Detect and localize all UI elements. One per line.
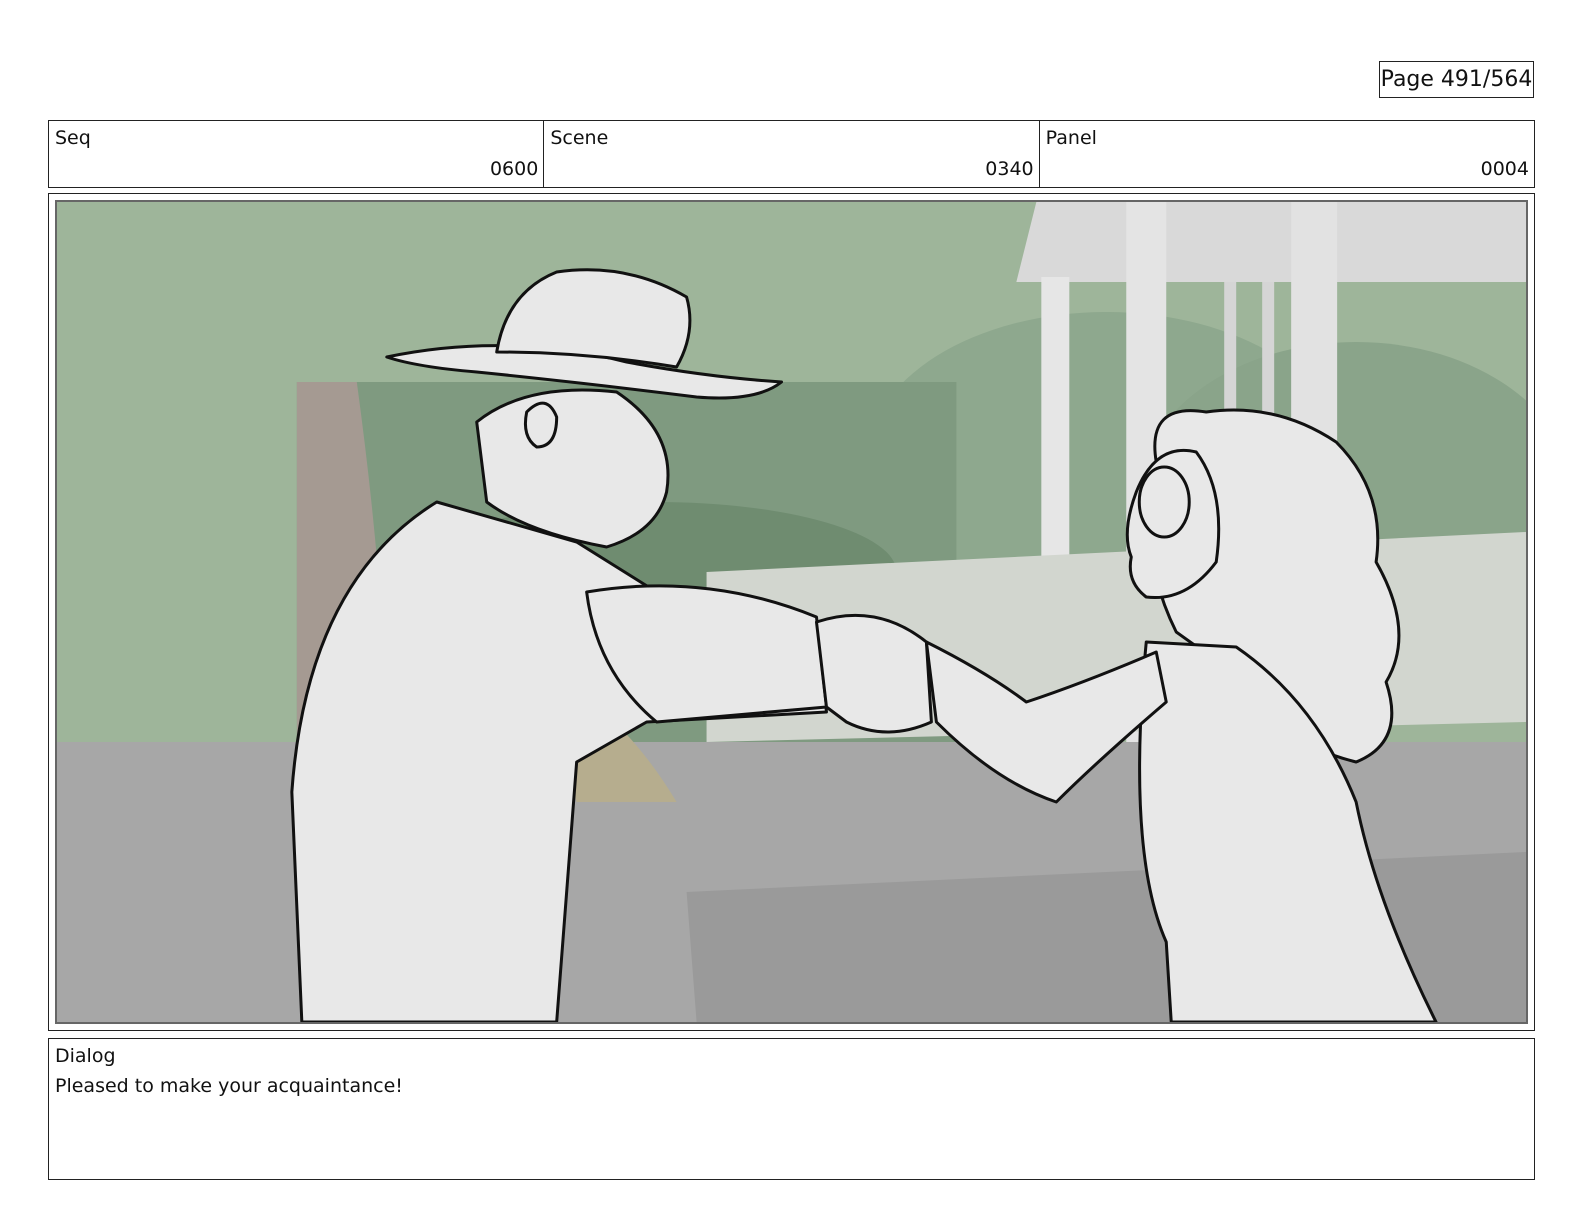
scene-cell: Scene 0340 <box>544 121 1040 187</box>
panel-label: Panel <box>1045 127 1097 149</box>
dialog-text: Pleased to make your acquaintance! <box>55 1075 403 1097</box>
scene-label: Scene <box>550 127 609 149</box>
dialog-label: Dialog <box>55 1045 116 1067</box>
storyboard-panel-frame <box>48 193 1535 1031</box>
panel-value: 0004 <box>1480 158 1529 180</box>
page-number: Page 491/564 <box>1379 61 1534 98</box>
pavilion-roof <box>1016 202 1526 282</box>
seq-label: Seq <box>55 127 91 149</box>
man-ear <box>523 401 559 449</box>
panel-cell: Panel 0004 <box>1040 121 1534 187</box>
scene-value: 0340 <box>985 158 1034 180</box>
seq-cell: Seq 0600 <box>49 121 545 187</box>
dialog-box: Dialog Pleased to make your acquaintance… <box>48 1038 1535 1180</box>
storyboard-drawing <box>57 202 1526 1022</box>
shot-info-row: Seq 0600 Scene 0340 Panel 0004 <box>48 120 1535 188</box>
seq-value: 0600 <box>489 158 539 180</box>
storyboard-panel <box>55 200 1528 1024</box>
